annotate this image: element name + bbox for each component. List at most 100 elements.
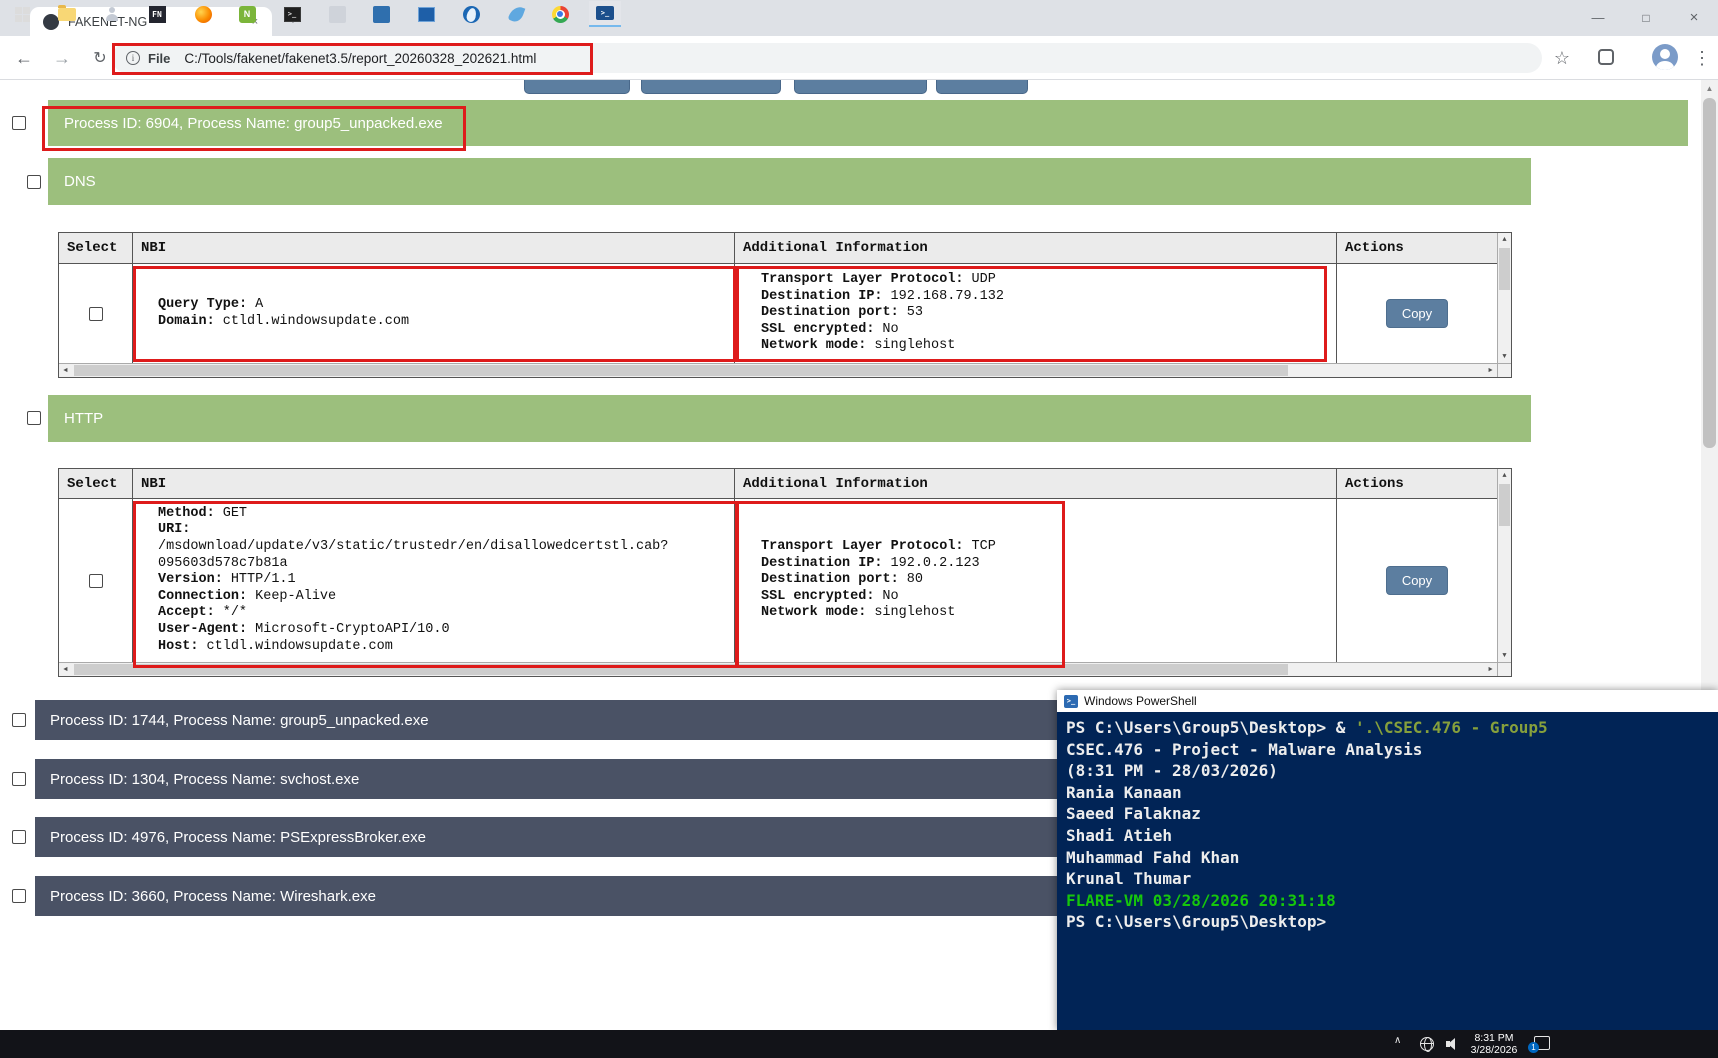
user-app-icon[interactable]	[96, 1, 128, 27]
http-row-select-cell	[59, 499, 133, 662]
process-4976-label: Process ID: 4976, Process Name: PSExpres…	[50, 829, 426, 846]
powershell-taskbar-icon[interactable]: >_	[589, 1, 621, 27]
process-1744-checkbox[interactable]	[12, 713, 26, 727]
http-connection: Connection:Keep-Alive	[158, 589, 734, 606]
file-explorer-icon[interactable]	[51, 1, 83, 27]
ps-line-flare: FLARE-VM 03/28/2026 20:31:18	[1066, 890, 1709, 912]
page-info-icon[interactable]: i	[126, 51, 140, 65]
scroll-up-icon[interactable]: ▲	[1498, 233, 1511, 246]
scroll-left-icon[interactable]: ◄	[59, 663, 72, 676]
scroll-thumb[interactable]	[74, 664, 1288, 675]
app-icon-8[interactable]	[321, 1, 353, 27]
scroll-down-icon[interactable]: ▼	[1498, 350, 1511, 363]
http-ssl-encrypted: SSL encrypted:No	[761, 589, 1336, 606]
chrome-icon[interactable]	[544, 1, 576, 27]
network-icon[interactable]	[1420, 1037, 1434, 1051]
scroll-right-icon[interactable]: ►	[1484, 663, 1497, 676]
scroll-track[interactable]	[72, 364, 1484, 377]
notification-badge: 1	[1528, 1042, 1539, 1053]
process-6904-header-label: Process ID: 6904, Process Name: group5_u…	[64, 115, 443, 132]
http-destination-ip: Destination IP:192.0.2.123	[761, 556, 1336, 573]
process-1744-label: Process ID: 1744, Process Name: group5_u…	[50, 712, 429, 729]
http-transport-protocol: Transport Layer Protocol:TCP	[761, 539, 1336, 556]
http-destination-port: Destination port:80	[761, 572, 1336, 589]
tray-clock[interactable]: 8:31 PM 3/28/2026	[1466, 1033, 1522, 1056]
tray-chevron-icon[interactable]: ∧	[1394, 1035, 1401, 1046]
dns-ssl-encrypted: SSL encrypted:No	[761, 322, 1336, 339]
back-button[interactable]: ←	[10, 44, 38, 72]
firefox-icon[interactable]	[187, 1, 219, 27]
process-1304-checkbox[interactable]	[12, 772, 26, 786]
start-button[interactable]	[6, 1, 38, 27]
bookmark-star-icon[interactable]: ☆	[1548, 44, 1576, 72]
dns-row-actions-cell: Copy	[1337, 264, 1497, 363]
reload-button[interactable]: ↻	[86, 44, 114, 72]
app-icon-10[interactable]	[410, 1, 442, 27]
feather-app-icon[interactable]	[500, 1, 532, 27]
dns-table: Select NBI Additional Information Action…	[58, 232, 1512, 378]
http-table-horizontal-scrollbar[interactable]: ◄ ►	[59, 662, 1497, 676]
dns-table-vertical-scrollbar[interactable]: ▲ ▼	[1497, 233, 1511, 363]
ps-line: Rania Kanaan	[1066, 782, 1709, 804]
dns-section-checkbox[interactable]	[27, 175, 41, 189]
process-6904-header[interactable]: Process ID: 6904, Process Name: group5_u…	[48, 100, 1688, 146]
powershell-terminal[interactable]: PS C:\Users\Group5\Desktop> & '.\CSEC.47…	[1057, 712, 1718, 1030]
partial-button-4[interactable]	[936, 80, 1028, 94]
menu-icon[interactable]: ⋮	[1688, 44, 1716, 72]
volume-icon[interactable]	[1446, 1038, 1460, 1050]
http-section-header[interactable]: HTTP	[48, 395, 1531, 442]
partial-button-1[interactable]	[524, 80, 630, 94]
window-maximize-button[interactable]: □	[1622, 0, 1670, 35]
profile-avatar[interactable]	[1652, 44, 1678, 70]
powershell-titlebar[interactable]: >_ Windows PowerShell	[1057, 690, 1718, 712]
http-section-checkbox[interactable]	[27, 411, 41, 425]
http-table-vertical-scrollbar[interactable]: ▲ ▼	[1497, 469, 1511, 662]
process-3660-checkbox[interactable]	[12, 889, 26, 903]
dns-row-checkbox[interactable]	[89, 307, 103, 321]
partial-button-3[interactable]	[794, 80, 927, 94]
terminal-icon[interactable]: >_	[276, 1, 308, 27]
app-icon-9[interactable]	[365, 1, 397, 27]
ps-line: Muhammad Fahd Khan	[1066, 847, 1709, 869]
powershell-window[interactable]: >_ Windows PowerShell PS C:\Users\Group5…	[1057, 690, 1718, 1030]
dns-table-horizontal-scrollbar[interactable]: ◄ ►	[59, 363, 1497, 377]
http-uri: URI:/msdownload/update/v3/static/trusted…	[158, 522, 734, 572]
fakenet-icon[interactable]: FN	[141, 1, 173, 27]
url-bar[interactable]: i File C:/Tools/fakenet/fakenet3.5/repor…	[112, 43, 1542, 73]
dns-destination-ip: Destination IP:192.168.79.132	[761, 289, 1336, 306]
dns-column-additional: Additional Information	[735, 233, 1337, 264]
http-host: Host:ctldl.windowsupdate.com	[158, 639, 734, 656]
http-column-nbi: NBI	[133, 469, 735, 499]
scroll-track[interactable]	[72, 663, 1484, 676]
forward-button[interactable]: →	[48, 44, 76, 72]
process-6904-checkbox[interactable]	[12, 116, 26, 130]
scroll-down-icon[interactable]: ▼	[1498, 649, 1511, 662]
extensions-icon[interactable]	[1598, 49, 1614, 65]
window-close-button[interactable]: ×	[1670, 0, 1718, 35]
scroll-right-icon[interactable]: ►	[1484, 364, 1497, 377]
scroll-left-icon[interactable]: ◄	[59, 364, 72, 377]
window-minimize-button[interactable]: —	[1574, 0, 1622, 35]
http-row-checkbox[interactable]	[89, 574, 103, 588]
powershell-icon: >_	[1064, 695, 1078, 708]
http-section-label: HTTP	[64, 410, 103, 427]
partial-button-2[interactable]	[641, 80, 781, 94]
url-scheme-label: File	[148, 51, 170, 66]
scroll-up-icon[interactable]: ▲	[1701, 80, 1718, 96]
http-copy-button[interactable]: Copy	[1386, 566, 1448, 595]
notepad-icon[interactable]: N	[231, 1, 263, 27]
scroll-up-icon[interactable]: ▲	[1498, 469, 1511, 482]
scroll-thumb[interactable]	[74, 365, 1288, 376]
dns-section-header[interactable]: DNS	[48, 158, 1531, 205]
scroll-track[interactable]	[1498, 246, 1511, 350]
process-4976-checkbox[interactable]	[12, 830, 26, 844]
scroll-thumb[interactable]	[1499, 248, 1510, 290]
dns-transport-protocol: Transport Layer Protocol:UDP	[761, 272, 1336, 289]
process-1304-label: Process ID: 1304, Process Name: svchost.…	[50, 771, 359, 788]
dns-section-label: DNS	[64, 173, 96, 190]
dns-copy-button[interactable]: Copy	[1386, 299, 1448, 328]
page-scroll-thumb[interactable]	[1703, 98, 1716, 448]
wireshark-icon[interactable]	[455, 1, 487, 27]
scroll-track[interactable]	[1498, 482, 1511, 649]
scroll-thumb[interactable]	[1499, 484, 1510, 526]
